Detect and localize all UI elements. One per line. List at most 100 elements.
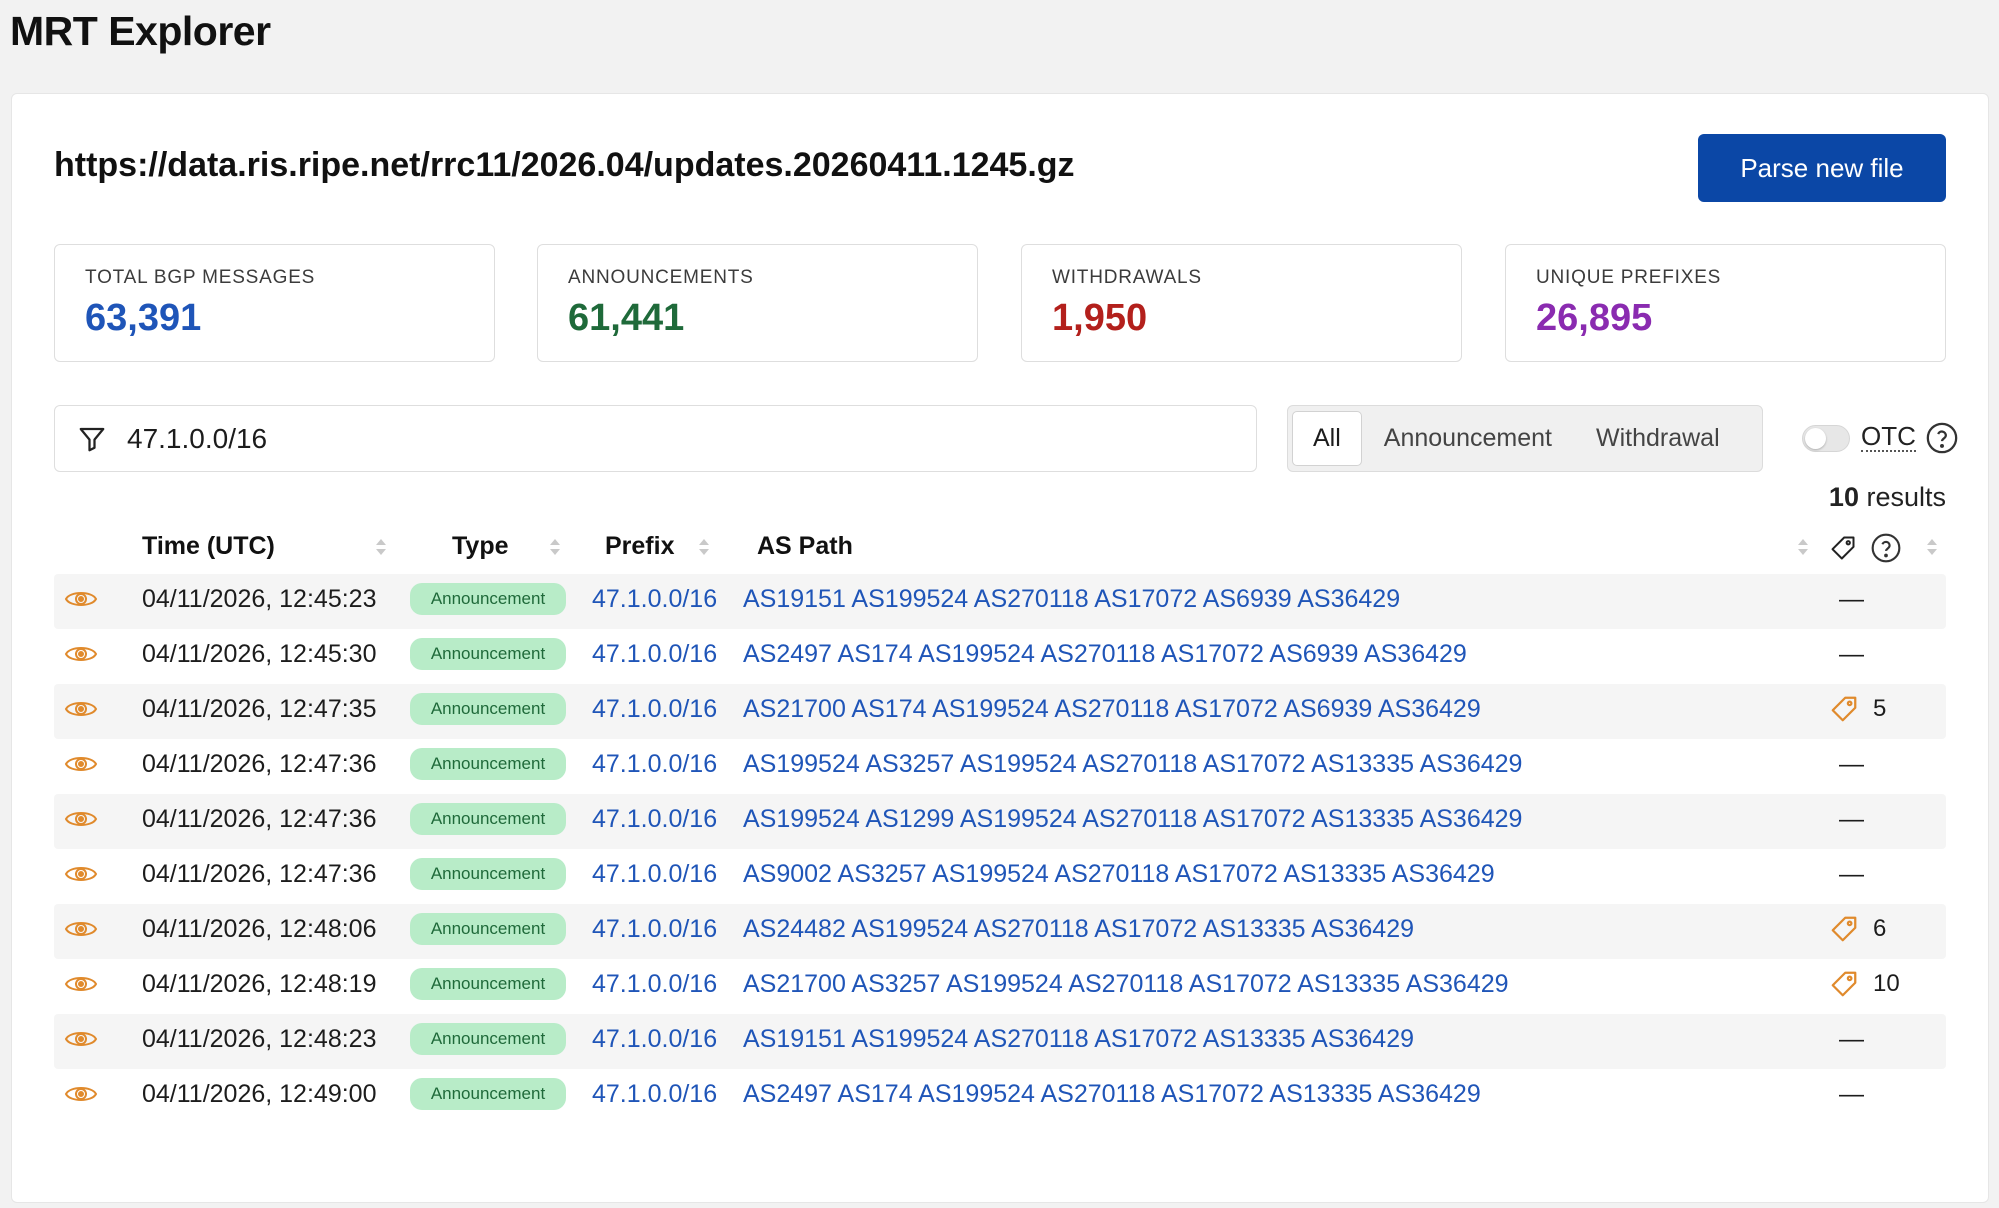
eye-icon[interactable] <box>64 1014 98 1064</box>
main-card: https://data.ris.ripe.net/rrc11/2026.04/… <box>11 93 1989 1203</box>
parse-new-file-button[interactable]: Parse new file <box>1698 134 1946 202</box>
type-cell: Announcement <box>410 684 566 734</box>
as-path-link[interactable]: AS21700 AS174 AS199524 AS270118 AS17072 … <box>743 684 1481 734</box>
tag-icon <box>1829 914 1859 944</box>
type-cell: Announcement <box>410 574 566 624</box>
table-row: 04/11/2026, 12:47:36 Announcement 47.1.0… <box>54 739 1946 794</box>
type-badge: Announcement <box>410 638 566 670</box>
tag-empty: — <box>1839 1079 1864 1108</box>
stat-label: Announcements <box>568 267 754 288</box>
table-header: Time (UTC) Type Prefix AS Path <box>54 522 1946 572</box>
tag-count: 6 <box>1873 915 1887 942</box>
as-path-link[interactable]: AS19151 AS199524 AS270118 AS17072 AS1333… <box>743 1014 1414 1064</box>
stat-unique-prefixes: Unique Prefixes 26,895 <box>1505 244 1946 362</box>
prefix-link[interactable]: 47.1.0.0/16 <box>592 739 717 789</box>
as-path-link[interactable]: AS2497 AS174 AS199524 AS270118 AS17072 A… <box>743 629 1467 679</box>
results-suffix: results <box>1858 482 1946 512</box>
filter-icon <box>77 424 107 454</box>
eye-icon[interactable] <box>64 794 98 844</box>
as-path-link[interactable]: AS21700 AS3257 AS199524 AS270118 AS17072… <box>743 959 1509 1009</box>
sort-icon[interactable] <box>1796 536 1810 558</box>
column-type[interactable]: Type <box>452 532 509 561</box>
file-url: https://data.ris.ripe.net/rrc11/2026.04/… <box>54 146 1075 184</box>
otc-toggle-knob <box>1805 428 1826 449</box>
sort-icon[interactable] <box>697 536 711 558</box>
type-cell: Announcement <box>410 959 566 1009</box>
row-time: 04/11/2026, 12:45:30 <box>142 639 377 668</box>
segment-withdrawal[interactable]: Withdrawal <box>1574 411 1742 466</box>
prefix-link[interactable]: 47.1.0.0/16 <box>592 849 717 899</box>
row-time: 04/11/2026, 12:48:19 <box>142 969 377 998</box>
row-time: 04/11/2026, 12:47:36 <box>142 804 377 833</box>
type-badge: Announcement <box>410 803 566 835</box>
tag-cell[interactable]: 10 <box>1829 959 1900 1009</box>
otc-toggle[interactable] <box>1802 425 1850 452</box>
eye-icon[interactable] <box>64 959 98 1009</box>
eye-icon[interactable] <box>64 574 98 624</box>
type-badge: Announcement <box>410 693 566 725</box>
stat-label: Total BGP Messages <box>85 267 316 288</box>
stat-label: Unique Prefixes <box>1536 267 1722 288</box>
prefix-link[interactable]: 47.1.0.0/16 <box>592 904 717 954</box>
sort-icon[interactable] <box>548 536 562 558</box>
as-path-link[interactable]: AS199524 AS3257 AS199524 AS270118 AS1707… <box>743 739 1522 789</box>
type-segmented-control: All Announcement Withdrawal <box>1287 405 1763 472</box>
eye-icon[interactable] <box>64 849 98 899</box>
help-icon[interactable] <box>1925 421 1959 455</box>
tag-count: 5 <box>1873 695 1887 722</box>
as-path-link[interactable]: AS2497 AS174 AS199524 AS270118 AS17072 A… <box>743 1069 1481 1119</box>
prefix-link[interactable]: 47.1.0.0/16 <box>592 684 717 734</box>
sort-icon[interactable] <box>374 536 388 558</box>
tag-cell[interactable]: 5 <box>1829 684 1886 734</box>
eye-icon[interactable] <box>64 1069 98 1119</box>
table-row: 04/11/2026, 12:48:23 Announcement 47.1.0… <box>54 1014 1946 1069</box>
eye-icon[interactable] <box>64 904 98 954</box>
stat-label: Withdrawals <box>1052 267 1202 288</box>
tag-icon <box>1831 536 1855 560</box>
prefix-link[interactable]: 47.1.0.0/16 <box>592 959 717 1009</box>
segment-all[interactable]: All <box>1292 411 1362 466</box>
tag-empty: — <box>1839 859 1864 888</box>
tag-icon <box>1829 969 1859 999</box>
table-row: 04/11/2026, 12:45:30 Announcement 47.1.0… <box>54 629 1946 684</box>
otc-label[interactable]: OTC <box>1861 422 1916 452</box>
type-badge: Announcement <box>410 1023 566 1055</box>
as-path-link[interactable]: AS9002 AS3257 AS199524 AS270118 AS17072 … <box>743 849 1495 899</box>
eye-icon[interactable] <box>64 684 98 734</box>
tag-cell[interactable]: 6 <box>1829 904 1886 954</box>
row-time: 04/11/2026, 12:48:23 <box>142 1024 377 1053</box>
type-badge: Announcement <box>410 858 566 890</box>
prefix-link[interactable]: 47.1.0.0/16 <box>592 1014 717 1064</box>
tag-empty: — <box>1839 749 1864 778</box>
as-path-link[interactable]: AS24482 AS199524 AS270118 AS17072 AS1333… <box>743 904 1414 954</box>
help-icon[interactable] <box>1870 532 1902 564</box>
sort-icon[interactable] <box>1925 536 1939 558</box>
tag-count: 10 <box>1873 970 1900 997</box>
type-cell: Announcement <box>410 794 566 844</box>
column-as-path[interactable]: AS Path <box>757 532 853 561</box>
as-path-link[interactable]: AS19151 AS199524 AS270118 AS17072 AS6939… <box>743 574 1400 624</box>
row-time: 04/11/2026, 12:45:23 <box>142 584 377 613</box>
type-badge: Announcement <box>410 968 566 1000</box>
stat-total-messages: Total BGP Messages 63,391 <box>54 244 495 362</box>
type-cell: Announcement <box>410 1014 566 1064</box>
type-cell: Announcement <box>410 904 566 954</box>
table-row: 04/11/2026, 12:48:19 Announcement 47.1.0… <box>54 959 1946 1014</box>
prefix-link[interactable]: 47.1.0.0/16 <box>592 629 717 679</box>
type-badge: Announcement <box>410 1078 566 1110</box>
column-time[interactable]: Time (UTC) <box>142 532 275 561</box>
column-prefix[interactable]: Prefix <box>605 532 674 561</box>
prefix-link[interactable]: 47.1.0.0/16 <box>592 1069 717 1119</box>
filter-box[interactable] <box>54 405 1257 472</box>
row-time: 04/11/2026, 12:47:36 <box>142 749 377 778</box>
type-badge: Announcement <box>410 748 566 780</box>
filter-input[interactable] <box>127 422 1227 455</box>
prefix-link[interactable]: 47.1.0.0/16 <box>592 574 717 624</box>
type-cell: Announcement <box>410 1069 566 1119</box>
eye-icon[interactable] <box>64 629 98 679</box>
prefix-link[interactable]: 47.1.0.0/16 <box>592 794 717 844</box>
type-cell: Announcement <box>410 629 566 679</box>
eye-icon[interactable] <box>64 739 98 789</box>
segment-announcement[interactable]: Announcement <box>1362 411 1574 466</box>
as-path-link[interactable]: AS199524 AS1299 AS199524 AS270118 AS1707… <box>743 794 1522 844</box>
